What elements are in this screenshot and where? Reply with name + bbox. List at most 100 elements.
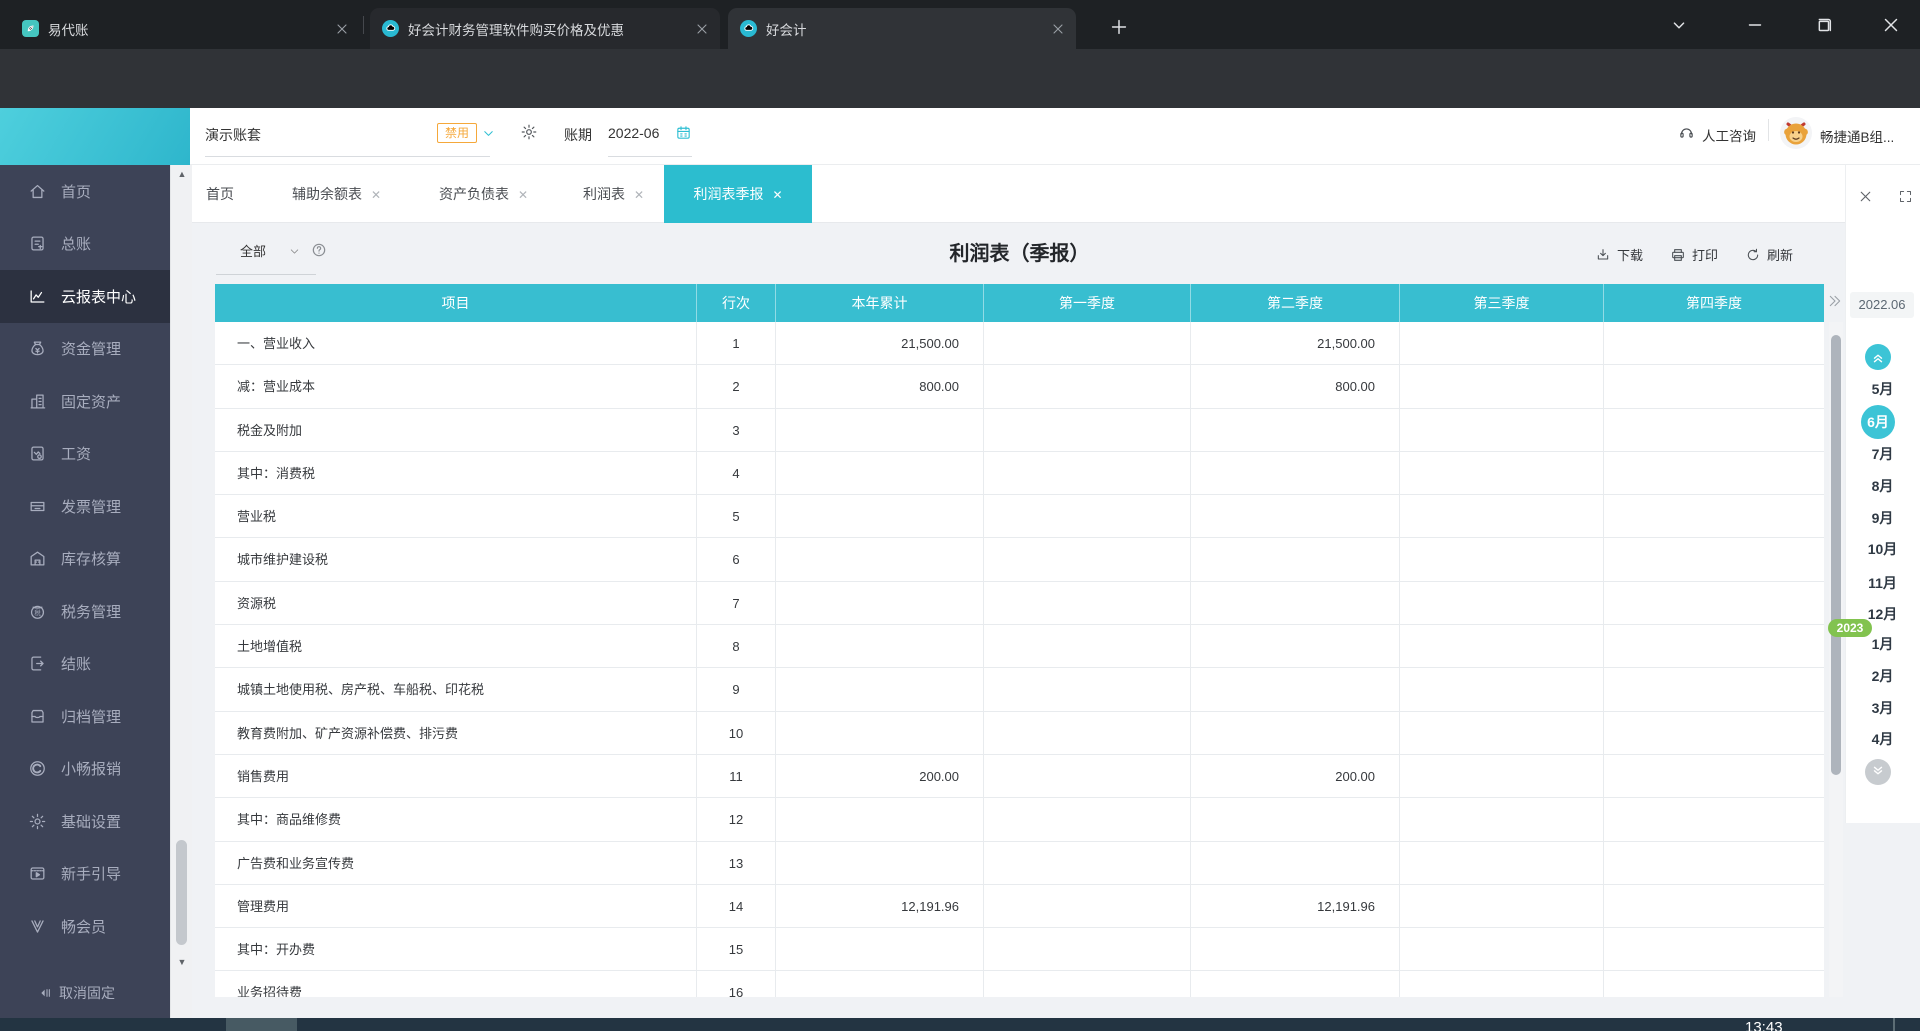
table-row[interactable]: 城市维护建设税6 <box>215 538 1824 581</box>
month-item-active[interactable]: 6月 <box>1861 405 1895 439</box>
tab-close-icon[interactable] <box>1050 21 1066 37</box>
table-row[interactable]: 其中：消费税4 <box>215 452 1824 495</box>
new-tab-button[interactable] <box>1108 16 1130 38</box>
cell-ytd <box>776 409 984 452</box>
sidebar-item-home[interactable]: 首页 <box>0 165 170 218</box>
print-button[interactable]: 打印 <box>1670 245 1718 264</box>
close-icon[interactable] <box>1857 188 1874 205</box>
gear-icon[interactable] <box>520 123 538 141</box>
period-underline <box>608 156 692 157</box>
table-row[interactable]: 城镇土地使用税、房产税、车船税、印花税9 <box>215 668 1824 711</box>
scrollbar-up-arrow-icon[interactable]: ▲ <box>171 169 193 179</box>
month-item[interactable]: 3月 <box>1845 698 1920 718</box>
support-link[interactable]: 人工咨询 <box>1702 125 1756 145</box>
tab-income-statement[interactable]: 利润表✕ <box>583 165 644 223</box>
table-scrollbar-thumb[interactable] <box>1831 335 1841 775</box>
month-item[interactable]: 11月 <box>1845 573 1920 593</box>
sidebar-item-salary[interactable]: 工资 <box>0 428 170 481</box>
table-row[interactable]: 一、营业收入121,500.0021,500.00 <box>215 322 1824 365</box>
cell-line: 1 <box>697 322 776 365</box>
cell-q4 <box>1604 885 1824 928</box>
sidebar-item-cloud-reports[interactable]: 云报表中心 <box>0 270 170 323</box>
download-button[interactable]: 下载 <box>1595 245 1643 264</box>
sidebar-item-archive[interactable]: 归档管理 <box>0 690 170 743</box>
table-row[interactable]: 其中：商品维修费12 <box>215 798 1824 841</box>
month-item[interactable]: 10月 <box>1845 539 1920 559</box>
cell-q4 <box>1604 538 1824 581</box>
cell-ytd: 200.00 <box>776 755 984 798</box>
sidebar-item-closing[interactable]: 结账 <box>0 638 170 691</box>
month-item[interactable]: 2月 <box>1845 666 1920 686</box>
browser-tab-haokuaiji-info[interactable]: 好会计财务管理软件购买价格及优惠 <box>370 8 720 49</box>
sidebar-scrollbar[interactable]: ▲ ▼ <box>170 165 192 1018</box>
table-row[interactable]: 管理费用1412,191.9612,191.96 <box>215 885 1824 928</box>
tab-close-icon[interactable] <box>694 21 710 37</box>
account-chevron-down-icon[interactable] <box>481 126 496 141</box>
cell-q4 <box>1604 712 1824 755</box>
sidebar-item-tax[interactable]: 税税务管理 <box>0 585 170 638</box>
cell-ytd <box>776 625 984 668</box>
window-close-icon[interactable] <box>1880 14 1902 36</box>
month-item[interactable]: 4月 <box>1845 729 1920 749</box>
tab-home[interactable]: 首页 <box>206 165 234 223</box>
cell-q1 <box>984 755 1191 798</box>
scrollbar-down-arrow-icon[interactable]: ▼ <box>171 957 193 967</box>
tab-close-icon[interactable]: ✕ <box>772 188 782 202</box>
month-item[interactable]: 1月 <box>1845 634 1920 654</box>
table-row[interactable]: 业务招待费16 <box>215 971 1824 997</box>
window-minimize-icon[interactable] <box>1744 14 1766 36</box>
tab-balance-sheet[interactable]: 资产负债表✕ <box>439 165 528 223</box>
sidebar-item-label: 库存核算 <box>61 548 121 569</box>
months-scroll-down-button[interactable] <box>1865 759 1891 785</box>
sidebar-item-general-ledger[interactable]: 总账 <box>0 218 170 271</box>
month-item[interactable]: 5月 <box>1845 379 1920 399</box>
tab-income-quarter[interactable]: 利润表季报✕ <box>664 165 812 223</box>
collapse-left-icon <box>38 985 54 1001</box>
period-value[interactable]: 2022-06 <box>608 125 659 141</box>
table-row[interactable]: 土地增值税8 <box>215 625 1824 668</box>
scrollbar-thumb[interactable] <box>176 840 187 945</box>
month-item[interactable]: 8月 <box>1845 476 1920 496</box>
fullscreen-icon[interactable] <box>1898 189 1913 204</box>
table-scrollbar[interactable] <box>1829 322 1843 997</box>
months-scroll-up-button[interactable] <box>1865 344 1891 370</box>
sidebar-item-fixed-assets[interactable]: 固定资产 <box>0 375 170 428</box>
table-row[interactable]: 教育费附加、矿产资源补偿费、排污费10 <box>215 712 1824 755</box>
unpin-sidebar-button[interactable]: 取消固定 <box>38 983 115 1003</box>
cell-item: 税金及附加 <box>215 409 697 452</box>
browser-menu-chevron-icon[interactable] <box>1668 14 1690 36</box>
browser-tab-yidaizhang[interactable]: 易代账 <box>10 8 360 49</box>
tab-close-icon[interactable]: ✕ <box>371 188 381 202</box>
refresh-button[interactable]: 刷新 <box>1745 245 1793 264</box>
sidebar-item-settings[interactable]: 基础设置 <box>0 795 170 848</box>
expand-columns-double-chevron-icon[interactable] <box>1827 293 1843 309</box>
taskbar-app-button[interactable] <box>226 1018 297 1031</box>
tab-aux-balance[interactable]: 辅助余额表✕ <box>292 165 381 223</box>
sidebar-item-guide[interactable]: 新手引导 <box>0 848 170 901</box>
table-row[interactable]: 减：营业成本2800.00800.00 <box>215 365 1824 408</box>
table-row[interactable]: 销售费用11200.00200.00 <box>215 755 1824 798</box>
cell-line: 16 <box>697 971 776 997</box>
tab-close-icon[interactable]: ✕ <box>634 188 644 202</box>
sidebar-item-inventory[interactable]: 库存核算 <box>0 533 170 586</box>
month-item[interactable]: 7月 <box>1845 444 1920 464</box>
sidebar: 首页总账云报表中心资金管理固定资产工资发票管理库存核算税税务管理结账归档管理小畅… <box>0 165 170 1018</box>
username[interactable]: 畅捷通B组... <box>1820 126 1918 146</box>
tab-close-icon[interactable]: ✕ <box>518 188 528 202</box>
table-row[interactable]: 资源税7 <box>215 582 1824 625</box>
table-row[interactable]: 广告费和业务宣传费13 <box>215 842 1824 885</box>
sidebar-item-reimburse[interactable]: 小畅报销 <box>0 743 170 796</box>
account-set-name[interactable]: 演示账套 <box>205 125 261 145</box>
sidebar-item-membership[interactable]: 畅会员 <box>0 900 170 953</box>
month-item[interactable]: 9月 <box>1845 508 1920 528</box>
tab-close-icon[interactable] <box>334 21 350 37</box>
calendar-icon[interactable] <box>675 124 692 141</box>
table-row[interactable]: 税金及附加3 <box>215 409 1824 452</box>
sidebar-item-invoices[interactable]: 发票管理 <box>0 480 170 533</box>
sidebar-item-funds[interactable]: 资金管理 <box>0 323 170 376</box>
browser-tab-haokuaiji[interactable]: 好会计 <box>728 8 1076 49</box>
avatar[interactable] <box>1780 117 1812 149</box>
table-row[interactable]: 其中：开办费15 <box>215 928 1824 971</box>
table-row[interactable]: 营业税5 <box>215 495 1824 538</box>
window-maximize-icon[interactable] <box>1812 14 1834 36</box>
